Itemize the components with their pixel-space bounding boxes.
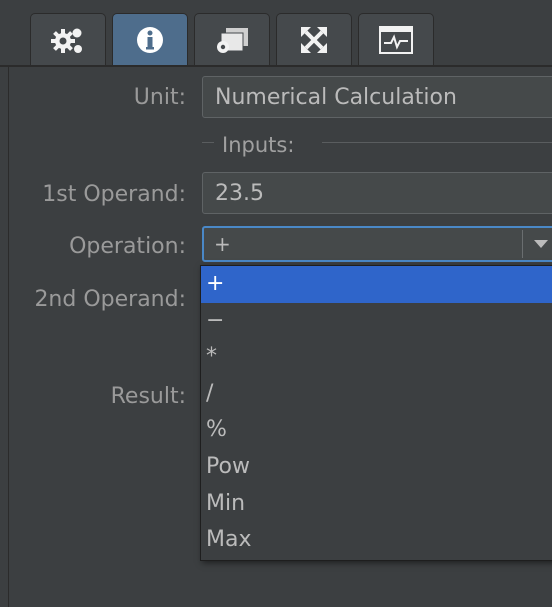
tab-fullscreen[interactable] (276, 13, 352, 65)
option-max[interactable]: Max (201, 522, 552, 559)
info-icon (137, 26, 163, 53)
unit-label: Unit: (133, 85, 186, 110)
option-modulo[interactable]: % (201, 412, 552, 449)
inputs-separator-right (322, 142, 552, 143)
operand1-field[interactable]: 23.5 (202, 172, 552, 214)
tab-windows[interactable] (194, 13, 270, 65)
operation-dropdown-list: + − * / % Pow Min Max (200, 265, 552, 561)
tab-info[interactable] (112, 13, 188, 65)
chevron-down-icon[interactable] (534, 240, 548, 248)
waveform-monitor-icon (379, 25, 413, 54)
expand-arrows-icon (301, 26, 327, 53)
combo-divider (522, 230, 523, 258)
inputs-separator-left (202, 142, 214, 143)
operation-value: + (214, 232, 231, 256)
option-pow[interactable]: Pow (201, 449, 552, 486)
option-minus[interactable]: − (201, 303, 552, 340)
tab-bar (0, 0, 552, 67)
tab-monitor[interactable] (358, 13, 434, 65)
tab-settings[interactable] (30, 13, 106, 65)
option-min[interactable]: Min (201, 486, 552, 523)
result-label: Result: (110, 384, 186, 409)
windows-gear-icon (217, 27, 248, 53)
inputs-section-title: Inputs: (222, 133, 295, 157)
operand1-label: 1st Operand: (42, 182, 186, 207)
option-plus[interactable]: + (201, 266, 552, 303)
option-multiply[interactable]: * (201, 339, 552, 376)
operation-label: Operation: (69, 234, 186, 259)
operation-combobox[interactable]: + (202, 226, 552, 262)
gears-icon (51, 28, 82, 53)
option-divide[interactable]: / (201, 376, 552, 413)
operand2-label: 2nd Operand: (34, 287, 186, 312)
unit-field[interactable]: Numerical Calculation (202, 76, 552, 118)
